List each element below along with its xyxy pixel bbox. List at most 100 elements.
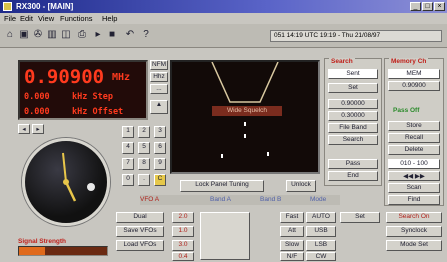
print-icon[interactable]: ⎙ — [76, 28, 88, 42]
search-mode-select[interactable]: Sent — [328, 69, 378, 79]
find-button[interactable]: Find — [388, 195, 440, 205]
bank-icon[interactable]: ◫ — [60, 28, 72, 42]
fast-button[interactable]: Fast — [280, 212, 304, 223]
clock-face-icon — [62, 152, 95, 202]
analog-clock — [22, 138, 110, 226]
play-icon[interactable]: ▸ — [92, 28, 104, 42]
window-title: RX300 - [MAIN] — [16, 2, 74, 11]
utc-clock-display: 051 14:19 UTC 19:19 - Thu 21/08/97 — [270, 30, 442, 42]
memory-channel-input[interactable]: MEM — [388, 69, 440, 79]
load-vfos-button[interactable]: Load VFOs — [116, 240, 164, 251]
band-value-1[interactable]: 2.0 — [172, 212, 194, 223]
key-3[interactable]: 3 — [154, 126, 166, 138]
search-on-button[interactable]: Search On — [386, 212, 442, 223]
band-a-label: Band A — [210, 196, 231, 203]
step-up-button[interactable]: ▲ — [150, 100, 168, 114]
key-1[interactable]: 1 — [122, 126, 134, 138]
key-8[interactable]: 8 — [138, 158, 150, 170]
key-7[interactable]: 7 — [122, 158, 134, 170]
tune-down-button[interactable]: ◂ — [18, 124, 30, 134]
key-dot[interactable]: . — [138, 174, 150, 186]
save-vfos-button[interactable]: Save VFOs — [116, 226, 164, 237]
band-b-label: Band B — [260, 196, 282, 203]
end-button[interactable]: End — [328, 171, 378, 181]
mode-set-button[interactable]: Mode Set — [386, 240, 442, 251]
memory-frequency-value: 0.90900 — [388, 81, 440, 91]
delete-button[interactable]: Delete — [388, 145, 440, 155]
band-select-grid[interactable] — [200, 212, 250, 260]
key-0[interactable]: 0 — [122, 174, 134, 186]
scan-icon[interactable]: ✇ — [32, 28, 44, 42]
step-label: kHz Step — [72, 92, 113, 102]
key-4[interactable]: 4 — [122, 142, 134, 154]
vfo-label: VFO A — [140, 196, 160, 203]
app-icon[interactable] — [3, 2, 12, 11]
memory-title: Memory Ch — [389, 58, 429, 65]
att-button[interactable]: Att — [280, 226, 304, 237]
memory-range-input[interactable]: 010 - 100 — [388, 159, 440, 169]
minimize-button[interactable]: _ — [410, 2, 421, 11]
menu-help[interactable]: Help — [102, 14, 117, 23]
search-button[interactable]: Search — [328, 135, 378, 145]
maximize-button[interactable]: □ — [422, 2, 433, 11]
signal-strength-fill — [19, 247, 46, 255]
search-set-button[interactable]: Set — [328, 83, 378, 93]
memory-nav-arrows[interactable]: ◀◀ ▶▶ — [388, 171, 440, 181]
squelch-label: Wide Squelch — [212, 106, 282, 116]
nf-button[interactable]: N/F — [280, 252, 304, 261]
menu-functions[interactable]: Functions — [60, 14, 93, 23]
search-panel: Search Sent Set 0.90000 0.30000 File Ban… — [324, 58, 382, 186]
unlock-button[interactable]: Unlock — [286, 180, 316, 192]
lock-panel-tuning-button[interactable]: Lock Panel Tuning — [180, 180, 264, 192]
search-start-value[interactable]: 0.90000 — [328, 99, 378, 109]
open-icon[interactable]: ⌂ — [4, 28, 16, 42]
memory-icon[interactable]: ▥ — [46, 28, 58, 42]
agc-auto-button[interactable]: AUTO — [306, 212, 336, 223]
synclock-button[interactable]: Synclock — [386, 226, 442, 237]
slow-button[interactable]: Slow — [280, 240, 304, 251]
search-title: Search — [329, 58, 355, 65]
offset-label: kHz Offset — [72, 107, 124, 117]
key-2[interactable]: 2 — [138, 126, 150, 138]
usb-button[interactable]: USB — [306, 226, 336, 237]
search-stop-value[interactable]: 0.30000 — [328, 111, 378, 121]
stop-icon[interactable]: ■ — [106, 28, 118, 42]
dual-button[interactable]: Dual — [116, 212, 164, 223]
key-9[interactable]: 9 — [154, 158, 166, 170]
menu-view[interactable]: View — [38, 14, 54, 23]
mode-hz-button[interactable]: Hhz — [150, 72, 168, 82]
band-strip: VFO A Band A Band B Mode — [140, 195, 340, 205]
mode-label: Mode — [310, 196, 327, 203]
file-band-button[interactable]: File Band — [328, 123, 378, 133]
key-5[interactable]: 5 — [138, 142, 150, 154]
store-button[interactable]: Store — [388, 121, 440, 131]
lsb-button[interactable]: LSB — [306, 240, 336, 251]
memory-panel: Memory Ch MEM 0.90900 Pass Off Store Rec… — [384, 58, 444, 206]
spectrum-scope: Wide Squelch — [170, 60, 320, 174]
mode-nfm-button[interactable]: NFM — [150, 60, 168, 70]
pass-button[interactable]: Pass — [328, 159, 378, 169]
close-button[interactable]: × — [434, 2, 445, 11]
key-clear[interactable]: C — [154, 174, 166, 186]
menu-file[interactable]: File — [4, 14, 16, 23]
pass-off-title: Pass Off — [391, 107, 422, 114]
help-icon[interactable]: ? — [140, 28, 152, 42]
mode-more-button[interactable]: ... — [150, 84, 168, 94]
band-value-2[interactable]: 1.0 — [172, 226, 194, 237]
save-icon[interactable]: ▣ — [18, 28, 30, 42]
offset-value: 0.000 — [24, 107, 50, 117]
title-bar: RX300 - [MAIN] — [0, 0, 447, 13]
set-button[interactable]: Set — [340, 212, 380, 223]
band-value-3[interactable]: 3.0 — [172, 240, 194, 251]
key-6[interactable]: 6 — [154, 142, 166, 154]
cw-button[interactable]: CW — [306, 252, 336, 261]
menu-edit[interactable]: Edit — [20, 14, 33, 23]
arrow-icon[interactable]: ↶ — [124, 28, 136, 42]
recall-button[interactable]: Recall — [388, 133, 440, 143]
frequency-value: 0.90900 — [24, 66, 105, 88]
tune-up-button[interactable]: ▸ — [32, 124, 44, 134]
signal-strength-label: Signal Strength — [18, 238, 67, 245]
scan-button[interactable]: Scan — [388, 183, 440, 193]
frequency-unit: MHz — [112, 72, 131, 83]
band-value-4[interactable]: 0.4 — [172, 252, 194, 261]
